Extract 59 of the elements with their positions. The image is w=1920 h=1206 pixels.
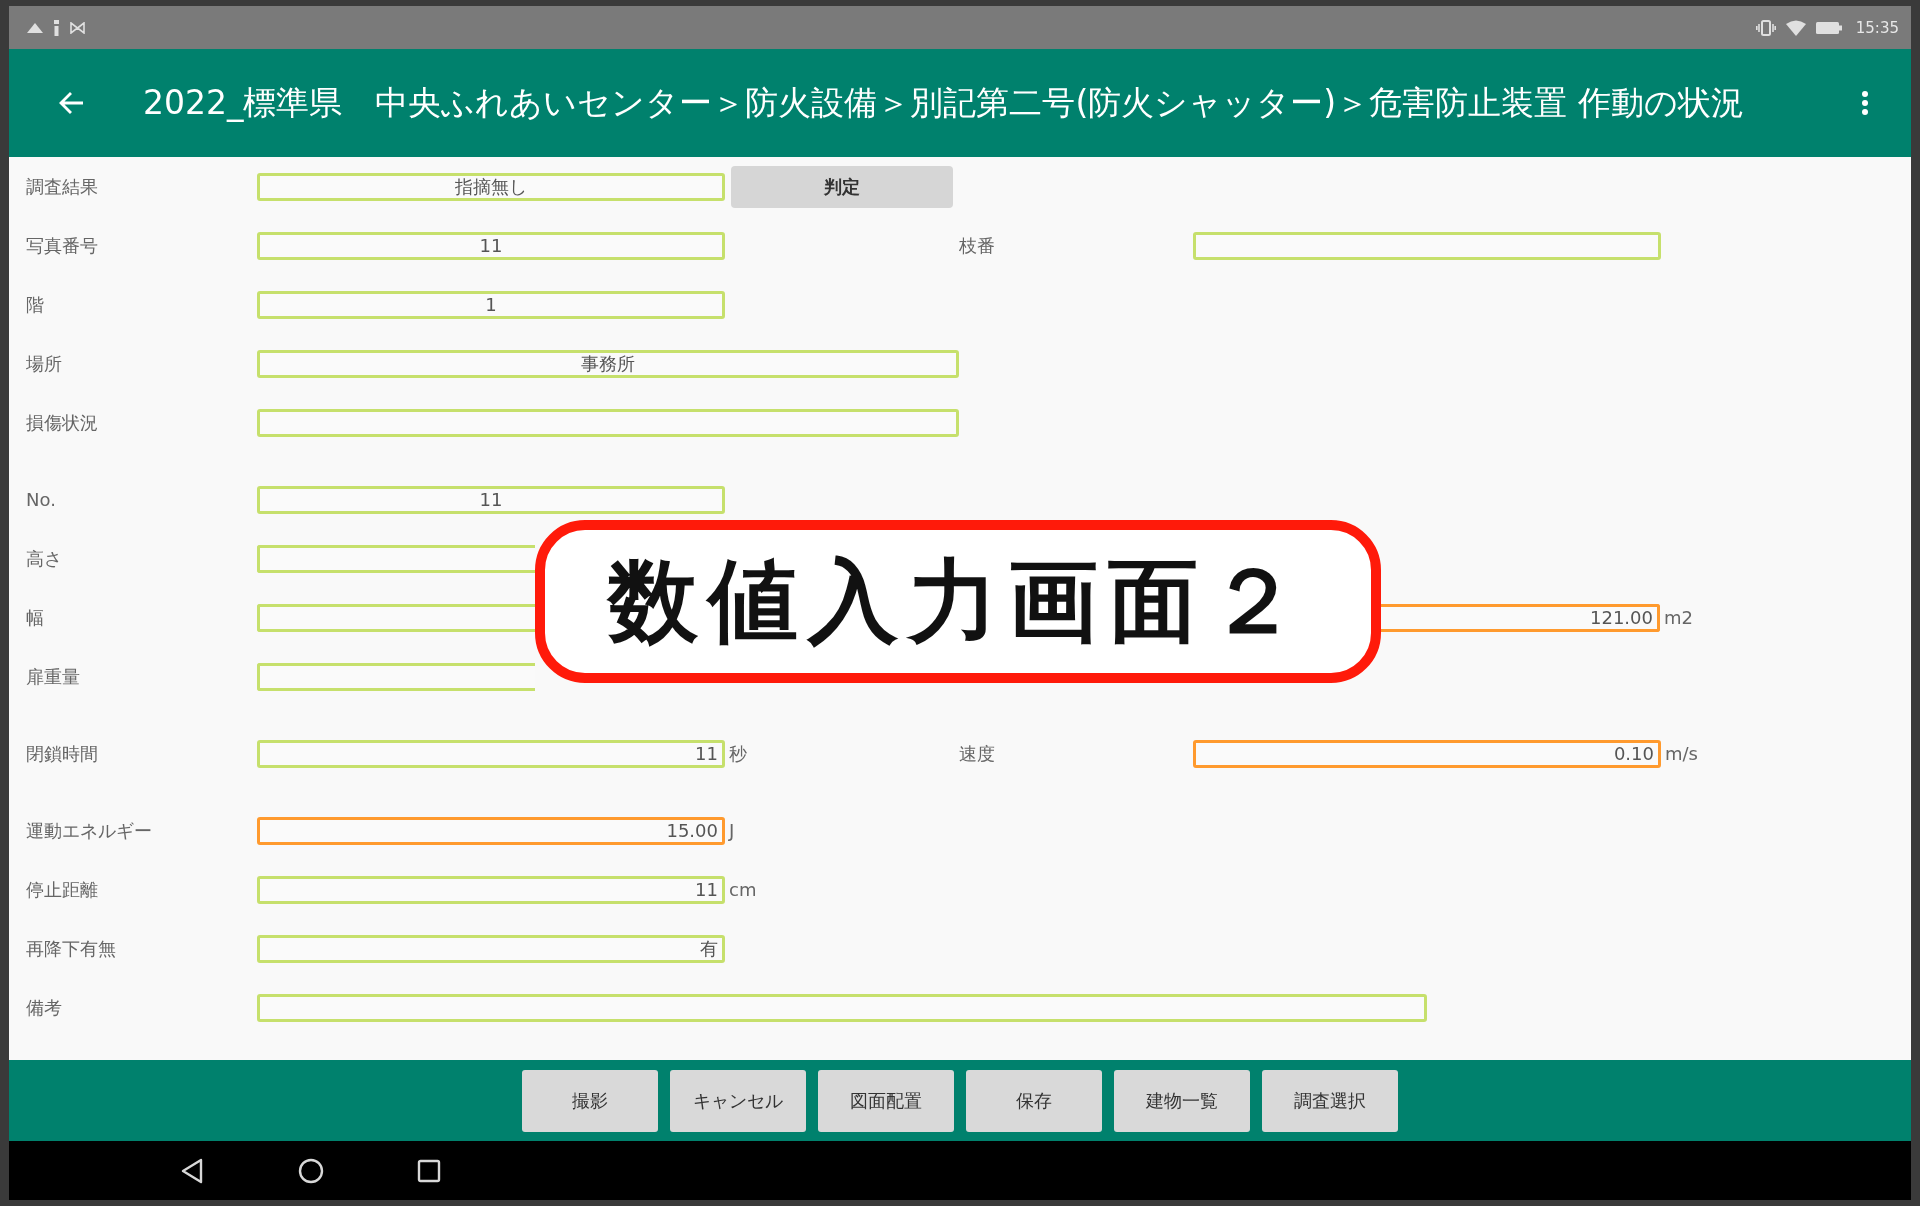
field-label: 閉鎖時間	[26, 741, 99, 766]
field-label: 調査結果	[26, 174, 99, 199]
field-label: 停止距離	[26, 877, 99, 902]
input-field[interactable]: 有	[257, 934, 725, 963]
field-label: No.	[26, 489, 57, 510]
field-label: 速度	[959, 741, 996, 766]
field-label: 備考	[26, 995, 63, 1020]
input-field[interactable]	[257, 408, 959, 437]
field-label: 損傷状況	[26, 410, 99, 435]
field-label: 運動エネルギー	[26, 818, 153, 843]
home-icon[interactable]	[298, 1157, 324, 1184]
field-label: 写真番号	[26, 233, 99, 258]
field-label: 枝番	[959, 233, 996, 258]
info-icon	[53, 19, 60, 36]
back-icon[interactable]	[179, 1157, 205, 1184]
battery-icon	[1815, 21, 1842, 34]
field-label: 扉重量	[26, 664, 81, 689]
more-menu-icon[interactable]	[1861, 90, 1869, 116]
field-label: 階	[26, 292, 45, 317]
input-field[interactable]	[257, 993, 1427, 1022]
triangle-icon	[27, 22, 43, 33]
input-field[interactable]: 1	[257, 290, 725, 319]
input-field[interactable]: 11	[257, 485, 725, 514]
input-field[interactable]: 11	[257, 231, 725, 260]
toolbar-button[interactable]: 建物一覧	[1114, 1069, 1250, 1132]
input-field[interactable]: 15.00	[257, 816, 725, 845]
unit-label: cm	[729, 879, 757, 900]
input-field[interactable]: 121.00	[1381, 603, 1660, 632]
unit-label: m/s	[1665, 743, 1698, 764]
input-field[interactable]	[257, 544, 535, 573]
field-label: 幅	[26, 605, 45, 630]
input-field[interactable]: 事務所	[257, 349, 959, 378]
input-field[interactable]	[257, 662, 535, 691]
input-field[interactable]: 11	[257, 875, 725, 904]
toolbar-button[interactable]: キャンセル	[670, 1069, 806, 1132]
input-field[interactable]	[257, 603, 535, 632]
screen-title: 2022_標準県 中央ふれあいセンター＞防火設備＞別記第二号(防火シャッター)＞危害防止装置 作動の状況	[143, 81, 1744, 124]
vibrate-icon	[1755, 19, 1776, 36]
input-field[interactable]: 0.10	[1193, 739, 1661, 768]
input-field[interactable]: 指摘無し	[257, 172, 725, 201]
field-label: 高さ	[26, 546, 63, 571]
unit-label: m2	[1664, 607, 1693, 628]
back-arrow-icon[interactable]	[59, 92, 83, 114]
unit-label: 秒	[729, 741, 747, 766]
field-label: 場所	[26, 351, 63, 376]
callout-label: 数値入力画面２	[535, 520, 1381, 683]
judge-button[interactable]: 判定	[731, 165, 953, 208]
recents-icon[interactable]	[417, 1158, 441, 1183]
toolbar-button[interactable]: 撮影	[522, 1069, 658, 1132]
field-label: 再降下有無	[26, 936, 117, 961]
wifi-icon	[1785, 19, 1806, 36]
clock-time: 15:35	[1855, 18, 1899, 37]
input-field[interactable]: 11	[257, 739, 725, 768]
toolbar-button[interactable]: 図面配置	[818, 1069, 954, 1132]
toolbar-button[interactable]: 調査選択	[1262, 1069, 1398, 1132]
unit-label: J	[729, 820, 735, 841]
input-field[interactable]	[1193, 231, 1661, 260]
toolbar-button[interactable]: 保存	[966, 1069, 1102, 1132]
bowtie-icon	[70, 21, 85, 34]
